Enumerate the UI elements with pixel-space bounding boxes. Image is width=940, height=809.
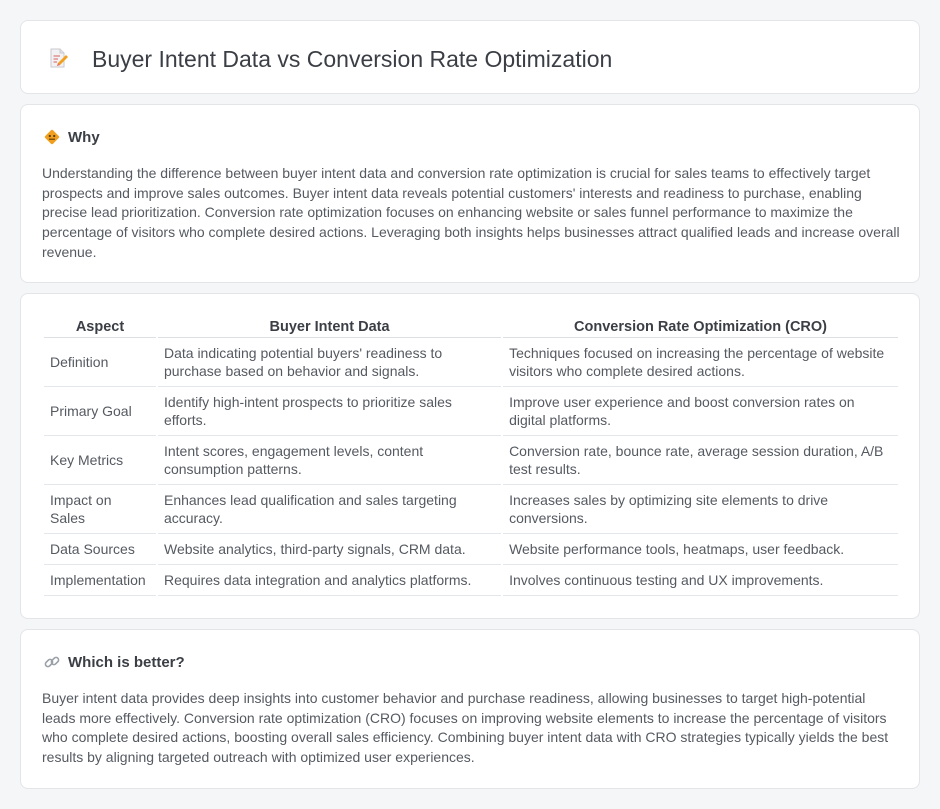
table-header-row: Aspect Buyer Intent Data Conversion Rate…	[44, 317, 898, 338]
row-aspect: Definition	[44, 338, 156, 387]
better-heading: Which is better?	[43, 652, 185, 672]
why-heading: Why	[43, 127, 100, 147]
why-text: Understanding the difference between buy…	[42, 165, 900, 260]
title-card: Buyer Intent Data vs Conversion Rate Opt…	[20, 20, 920, 94]
better-text: Buyer intent data provides deep insights…	[42, 690, 889, 766]
better-title: Which is better?	[68, 653, 185, 671]
row-buyer-intent: Enhances lead qualification and sales ta…	[157, 485, 502, 534]
row-aspect: Impact on Sales	[44, 485, 156, 534]
row-aspect: Primary Goal	[44, 387, 156, 436]
row-buyer-intent: Identify high-intent prospects to priori…	[157, 387, 502, 436]
table-row: Impact on Sales Enhances lead qualificat…	[44, 485, 898, 534]
table-row: Primary Goal Identify high-intent prospe…	[44, 387, 898, 436]
row-cro: Techniques focused on increasing the per…	[503, 338, 898, 387]
column-header-aspect: Aspect	[44, 317, 156, 338]
why-section: Why Understanding the difference between…	[20, 104, 920, 283]
row-aspect: Data Sources	[44, 534, 156, 565]
column-header-buyer-intent: Buyer Intent Data	[157, 317, 502, 338]
row-buyer-intent: Data indicating potential buyers' readin…	[157, 338, 502, 387]
page-title: Buyer Intent Data vs Conversion Rate Opt…	[92, 46, 613, 72]
row-cro: Increases sales by optimizing site eleme…	[503, 485, 898, 534]
row-cro: Improve user experience and boost conver…	[503, 387, 898, 436]
table-row: Implementation Requires data integration…	[44, 565, 898, 596]
comparison-section: Aspect Buyer Intent Data Conversion Rate…	[20, 293, 920, 619]
table-row: Data Sources Website analytics, third-pa…	[44, 534, 898, 565]
table-row: Definition Data indicating potential buy…	[44, 338, 898, 387]
row-cro: Website performance tools, heatmaps, use…	[503, 534, 898, 565]
row-aspect: Implementation	[44, 565, 156, 596]
row-cro: Conversion rate, bounce rate, average se…	[503, 436, 898, 485]
row-buyer-intent: Intent scores, engagement levels, conten…	[157, 436, 502, 485]
why-title: Why	[68, 128, 100, 146]
table-row: Key Metrics Intent scores, engagement le…	[44, 436, 898, 485]
document-pencil-icon	[50, 48, 68, 68]
which-is-better-section: Which is better? Buyer intent data provi…	[20, 629, 920, 789]
diamond-sign-icon	[44, 129, 60, 145]
link-icon	[44, 656, 60, 668]
comparison-table: Aspect Buyer Intent Data Conversion Rate…	[42, 317, 900, 596]
row-buyer-intent: Requires data integration and analytics …	[157, 565, 502, 596]
row-buyer-intent: Website analytics, third-party signals, …	[157, 534, 502, 565]
row-cro: Involves continuous testing and UX impro…	[503, 565, 898, 596]
column-header-cro: Conversion Rate Optimization (CRO)	[503, 317, 898, 338]
row-aspect: Key Metrics	[44, 436, 156, 485]
